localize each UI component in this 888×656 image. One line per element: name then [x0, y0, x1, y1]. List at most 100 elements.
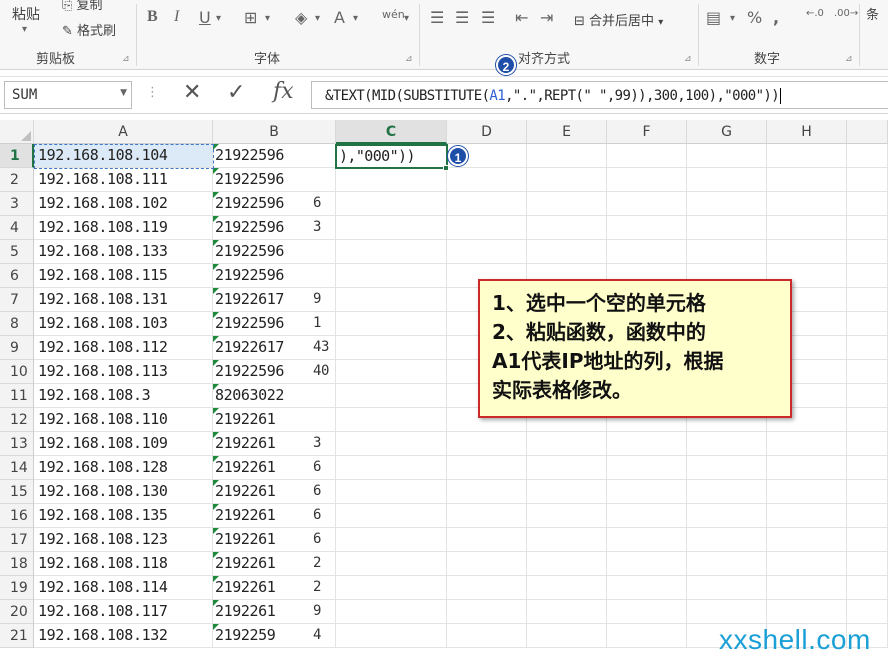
empty-cell[interactable]	[687, 192, 767, 216]
empty-cell[interactable]	[847, 216, 888, 240]
underline-icon[interactable]: U	[199, 8, 211, 27]
empty-cell[interactable]	[607, 480, 687, 504]
row-header[interactable]: 3	[0, 192, 34, 216]
empty-cell[interactable]	[527, 240, 607, 264]
cell-ip-address[interactable]: 192.168.108.114	[34, 576, 213, 600]
empty-cell[interactable]	[767, 240, 847, 264]
cell-ip-address[interactable]: 192.168.108.135	[34, 504, 213, 528]
empty-cell[interactable]	[447, 168, 527, 192]
empty-cell[interactable]	[447, 576, 527, 600]
column-header-g[interactable]: G	[687, 120, 767, 144]
cell-ip-address[interactable]: 192.168.108.112	[34, 336, 213, 360]
empty-cell[interactable]	[607, 624, 687, 648]
empty-cell[interactable]	[847, 528, 888, 552]
empty-cell[interactable]	[447, 192, 527, 216]
empty-cell[interactable]	[767, 192, 847, 216]
empty-cell[interactable]	[687, 240, 767, 264]
empty-cell[interactable]	[607, 528, 687, 552]
cell-ip-number[interactable]: 219225969 1	[213, 312, 336, 336]
empty-cell[interactable]	[687, 600, 767, 624]
cell-ip-address[interactable]: 192.168.108.118	[34, 552, 213, 576]
empty-cell[interactable]	[527, 624, 607, 648]
decrease-indent-icon[interactable]: ⇤	[515, 8, 528, 27]
cell-ip-number[interactable]: 219225969 3	[213, 216, 336, 240]
empty-cell[interactable]	[527, 480, 607, 504]
cell-ip-address[interactable]: 192.168.108.110	[34, 408, 213, 432]
column-header-h[interactable]: H	[767, 120, 847, 144]
row-header[interactable]: 20	[0, 600, 34, 624]
number-launcher-icon[interactable]: ⊿	[845, 54, 853, 64]
phonetic-icon[interactable]: wén	[382, 8, 405, 21]
insert-function-icon[interactable]: fx	[273, 79, 294, 104]
cell-ip-address[interactable]: 192.168.108.109	[34, 432, 213, 456]
empty-cell[interactable]	[607, 456, 687, 480]
cell-ip-address[interactable]: 192.168.108.3	[34, 384, 213, 408]
comma-style-icon[interactable]: ,	[773, 8, 779, 27]
cell-ip-number[interactable]: 2192261 2	[213, 576, 336, 600]
cell-ip-number[interactable]: 219225969	[213, 264, 336, 288]
cell-ip-number[interactable]: 2192261 2	[213, 552, 336, 576]
empty-cell[interactable]	[847, 264, 888, 288]
format-painter-button[interactable]: ✎ 格式刷	[62, 20, 116, 39]
cell-ip-address[interactable]: 192.168.108.103	[34, 312, 213, 336]
empty-cell[interactable]	[767, 480, 847, 504]
paste-dropdown-icon[interactable]: ▾	[22, 24, 27, 35]
empty-cell[interactable]	[607, 576, 687, 600]
empty-cell[interactable]	[687, 456, 767, 480]
row-header[interactable]: 14	[0, 456, 34, 480]
cell-ip-number[interactable]: 82063022	[213, 384, 336, 408]
row-header[interactable]: 13	[0, 432, 34, 456]
empty-cell[interactable]	[527, 192, 607, 216]
empty-cell[interactable]	[527, 528, 607, 552]
empty-cell[interactable]	[767, 552, 847, 576]
empty-cell[interactable]	[767, 576, 847, 600]
clipboard-launcher-icon[interactable]: ⊿	[122, 54, 130, 64]
currency-icon[interactable]: ▤	[706, 8, 721, 27]
empty-cell[interactable]	[687, 168, 767, 192]
empty-cell[interactable]	[527, 216, 607, 240]
column-header-a[interactable]: A	[34, 120, 213, 144]
empty-cell[interactable]	[447, 600, 527, 624]
empty-cell[interactable]	[336, 312, 447, 336]
row-header[interactable]: 11	[0, 384, 34, 408]
empty-cell[interactable]	[847, 480, 888, 504]
empty-cell[interactable]	[687, 144, 767, 168]
column-header-b[interactable]: B	[213, 120, 336, 144]
empty-cell[interactable]	[336, 168, 447, 192]
empty-cell[interactable]	[607, 600, 687, 624]
empty-cell[interactable]	[527, 504, 607, 528]
cell-ip-number[interactable]: 219225969	[213, 168, 336, 192]
empty-cell[interactable]	[607, 504, 687, 528]
empty-cell[interactable]	[336, 264, 447, 288]
empty-cell[interactable]	[447, 456, 527, 480]
empty-cell[interactable]	[847, 600, 888, 624]
empty-cell[interactable]	[847, 192, 888, 216]
conditional-format-button[interactable]: 条	[866, 4, 879, 23]
cell-ip-number[interactable]: 219225969	[213, 144, 336, 168]
empty-cell[interactable]	[447, 528, 527, 552]
empty-cell[interactable]	[527, 168, 607, 192]
italic-icon[interactable]: I	[174, 8, 179, 26]
empty-cell[interactable]	[767, 456, 847, 480]
empty-cell[interactable]	[447, 480, 527, 504]
cell-ip-address[interactable]: 192.168.108.111	[34, 168, 213, 192]
empty-cell[interactable]	[336, 384, 447, 408]
cancel-icon[interactable]: ✕	[183, 80, 201, 105]
empty-cell[interactable]	[607, 192, 687, 216]
cell-ip-number[interactable]: 219225969 6	[213, 192, 336, 216]
empty-cell[interactable]	[447, 240, 527, 264]
row-header[interactable]: 19	[0, 576, 34, 600]
font-color-dropdown-icon[interactable]: ▾	[353, 13, 358, 24]
empty-cell[interactable]	[607, 432, 687, 456]
row-header[interactable]: 18	[0, 552, 34, 576]
phonetic-dropdown-icon[interactable]: ▾	[404, 13, 409, 24]
empty-cell[interactable]	[847, 240, 888, 264]
chevron-down-icon[interactable]: ▼	[120, 88, 127, 98]
empty-cell[interactable]	[336, 432, 447, 456]
empty-cell[interactable]	[767, 144, 847, 168]
empty-cell[interactable]	[336, 576, 447, 600]
row-header[interactable]: 7	[0, 288, 34, 312]
bold-icon[interactable]: B	[147, 8, 158, 26]
empty-cell[interactable]	[687, 528, 767, 552]
empty-cell[interactable]	[336, 360, 447, 384]
